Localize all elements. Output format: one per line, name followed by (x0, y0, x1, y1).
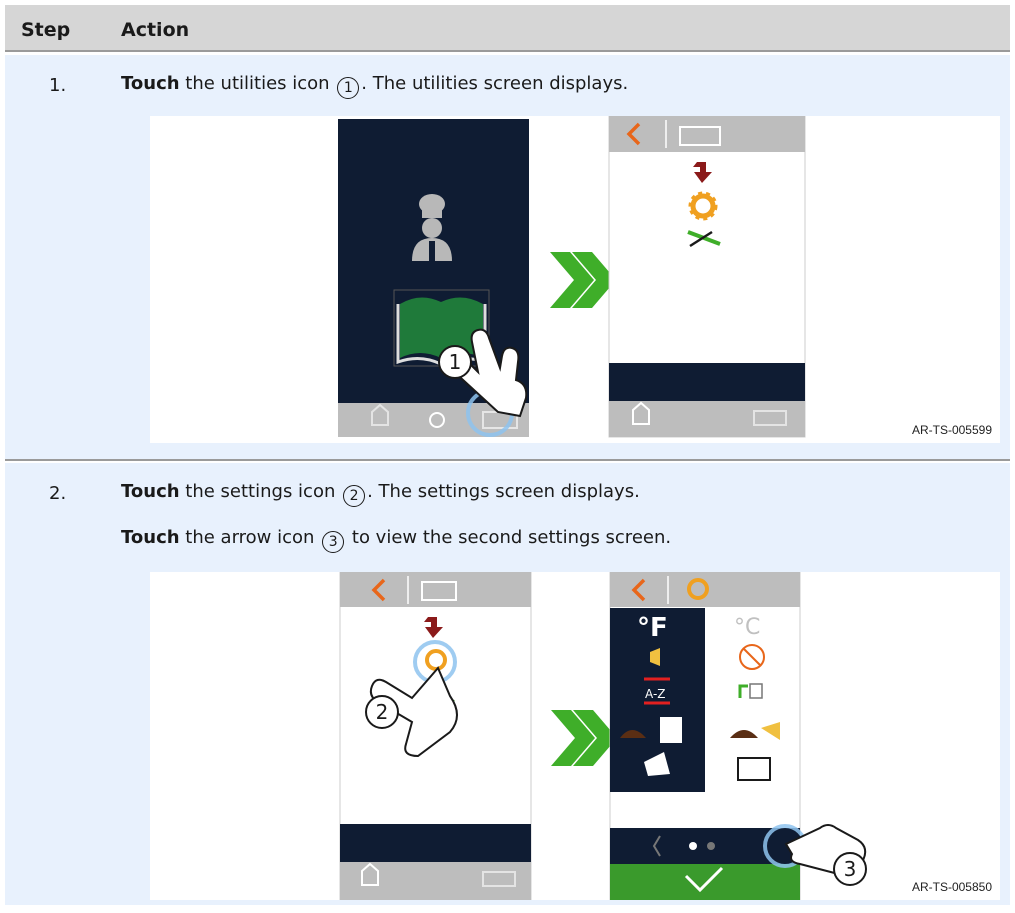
step-number: 1. (49, 75, 67, 96)
callout-3: 3 (844, 857, 857, 881)
instruction-pre: the arrow icon (179, 527, 321, 548)
instruction-verb: Touch (121, 527, 180, 548)
figure-code: AR-TS-005599 (911, 423, 992, 437)
celsius-label: °C (734, 615, 760, 640)
instruction-pre: the settings icon (179, 481, 342, 502)
action-column-header: Action (121, 19, 190, 41)
table-row: 2. Touch the settings icon 2. The settin… (5, 463, 1010, 905)
instruction-verb: Touch (121, 73, 180, 94)
callout-marker: 3 (322, 531, 345, 553)
instruction-text: Touch the settings icon 2. The settings … (121, 481, 640, 507)
instruction-verb: Touch (121, 481, 180, 502)
instruction-post: to view the second settings screen. (346, 527, 672, 548)
instruction-post: . The settings screen displays. (367, 481, 640, 502)
az-label: A-Z (645, 687, 666, 701)
table-row: 1. Touch the utilities icon 1. The utili… (5, 55, 1010, 461)
callout-2: 2 (376, 700, 389, 724)
instruction-post: . The utilities screen displays. (361, 73, 629, 94)
step-figure: 2 °F °C A-Z 3 AR-TS-005850 (150, 571, 1000, 901)
utilities-screen (608, 115, 806, 438)
double-chevron-icon (550, 252, 616, 308)
figure-illustration: 2 °F °C A-Z 3 (339, 571, 867, 901)
table-header: Step Action (5, 5, 1010, 52)
callout-1: 1 (449, 350, 462, 374)
step-column-header: Step (21, 19, 71, 41)
home-screen: 1 (338, 119, 529, 437)
callout-marker: 1 (337, 77, 360, 99)
instruction-pre: the utilities icon (179, 73, 336, 94)
double-chevron-icon (551, 710, 617, 766)
instruction-text: Touch the arrow icon 3 to view the secon… (121, 527, 671, 553)
callout-marker: 2 (343, 485, 366, 507)
step-number: 2. (49, 483, 67, 504)
figure-code: AR-TS-005850 (911, 880, 992, 894)
instruction-text: Touch the utilities icon 1. The utilitie… (121, 73, 628, 99)
utilities-screen: 2 (339, 571, 532, 901)
settings-screen: °F °C A-Z 3 (609, 571, 867, 901)
figure-illustration: 1 (338, 115, 806, 438)
fahrenheit-label: °F (637, 613, 668, 643)
step-figure: 1 AR-TS-005599 (150, 115, 1000, 443)
